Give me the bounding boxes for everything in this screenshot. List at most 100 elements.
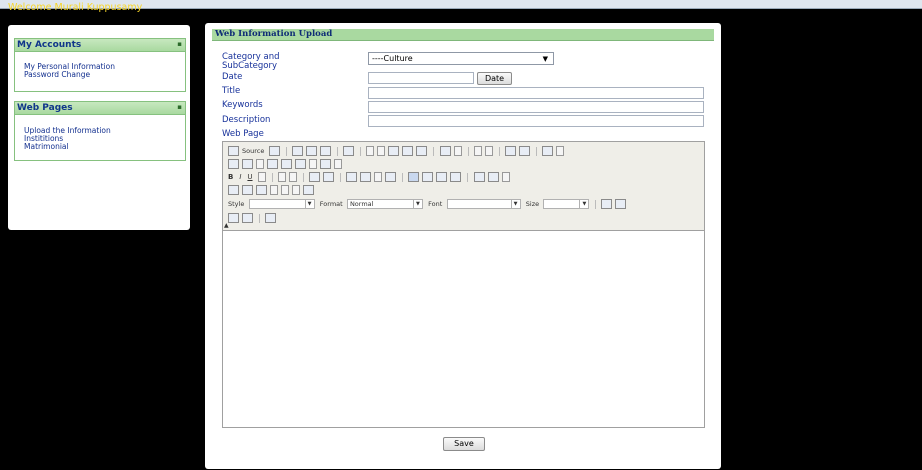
web-pages-title: Web Pages	[17, 103, 73, 113]
description-label: Description	[222, 115, 271, 125]
print-icon[interactable]	[439, 146, 451, 156]
image-button-icon[interactable]	[320, 159, 331, 169]
anchor-icon[interactable]	[501, 172, 510, 182]
blockquote-icon[interactable]	[374, 172, 383, 182]
keywords-label: Keywords	[222, 100, 263, 110]
save-icon[interactable]	[291, 146, 303, 156]
my-accounts-title: My Accounts	[17, 40, 82, 50]
align-right-icon[interactable]	[436, 172, 448, 182]
dropdown-arrow-icon: ▼	[542, 55, 548, 63]
justify-icon[interactable]	[450, 172, 462, 182]
toolbar-row-1: Source	[228, 146, 567, 156]
radio-icon[interactable]	[256, 159, 264, 169]
strikethrough-icon[interactable]	[257, 172, 266, 182]
maximize-icon[interactable]	[228, 213, 239, 223]
outdent-icon[interactable]	[346, 172, 358, 182]
my-accounts-header[interactable]: My Accounts ▪	[15, 39, 185, 52]
button-icon[interactable]	[309, 159, 317, 169]
sidebar-panel: My Accounts ▪ My Personal Information Pa…	[8, 25, 190, 230]
document-properties-icon[interactable]	[268, 146, 280, 156]
dropdown-arrow-icon: ▼	[412, 200, 422, 208]
redo-icon[interactable]	[484, 146, 493, 156]
unlink-icon[interactable]	[487, 172, 499, 182]
category-select[interactable]: ----Culture ▼	[368, 52, 554, 65]
special-char-icon[interactable]	[292, 185, 300, 195]
image-icon[interactable]	[228, 185, 239, 195]
replace-icon[interactable]	[518, 146, 530, 156]
align-center-icon[interactable]	[422, 172, 434, 182]
background-color-icon[interactable]	[614, 199, 626, 209]
preview-icon[interactable]	[319, 146, 331, 156]
toolbar-row-2	[228, 159, 345, 169]
format-value: Normal	[349, 200, 374, 208]
size-select[interactable]: ▼	[543, 199, 590, 209]
remove-format-icon[interactable]	[556, 146, 565, 156]
select-field-icon[interactable]	[295, 159, 306, 169]
form-title: Web Information Upload	[215, 29, 333, 39]
collapse-icon[interactable]: ▪	[177, 103, 182, 111]
paste-icon[interactable]	[388, 146, 400, 156]
dropdown-arrow-icon: ▼	[510, 200, 520, 208]
editor-content-area[interactable]	[223, 231, 704, 427]
show-blocks-icon[interactable]	[242, 213, 253, 223]
new-page-icon[interactable]	[305, 146, 317, 156]
undo-icon[interactable]	[473, 146, 482, 156]
select-all-icon[interactable]	[542, 146, 554, 156]
category-label: Category and SubCategory	[222, 52, 280, 71]
collapse-icon[interactable]: ▪	[177, 40, 182, 48]
save-button[interactable]: Save	[443, 437, 485, 451]
format-select[interactable]: Normal ▼	[346, 199, 423, 209]
superscript-icon[interactable]	[288, 172, 297, 182]
textarea-icon[interactable]	[281, 159, 292, 169]
align-left-icon[interactable]	[408, 172, 420, 182]
dropdown-arrow-icon: ▼	[579, 200, 588, 208]
source-icon[interactable]	[228, 146, 239, 156]
toolbar-collapse-icon[interactable]: ▲	[224, 222, 229, 229]
cut-icon[interactable]	[366, 146, 375, 156]
editor-toolbar: Source BIU Style ▼ Format Normal ▼ Font …	[223, 142, 704, 231]
text-color-icon[interactable]	[600, 199, 612, 209]
indent-icon[interactable]	[360, 172, 372, 182]
find-icon[interactable]	[504, 146, 516, 156]
form-header: Web Information Upload	[212, 29, 714, 41]
smiley-icon[interactable]	[281, 185, 289, 195]
italic-icon[interactable]: I	[239, 173, 241, 181]
paste-word-icon[interactable]	[416, 146, 428, 156]
link-icon[interactable]	[473, 172, 485, 182]
page-break-icon[interactable]	[303, 185, 314, 195]
date-label: Date	[222, 72, 243, 82]
bold-icon[interactable]: B	[228, 173, 233, 181]
style-label: Style	[228, 200, 245, 208]
date-input[interactable]	[368, 72, 474, 84]
form-icon[interactable]	[228, 159, 239, 169]
title-input[interactable]	[368, 87, 704, 99]
source-button[interactable]: Source	[242, 147, 264, 155]
web-pages-header[interactable]: Web Pages ▪	[15, 102, 185, 115]
underline-icon[interactable]: U	[247, 173, 252, 181]
style-select[interactable]: ▼	[248, 199, 315, 209]
about-icon[interactable]	[265, 213, 277, 223]
horizontal-rule-icon[interactable]	[270, 185, 278, 195]
paste-text-icon[interactable]	[402, 146, 414, 156]
keywords-input[interactable]	[368, 101, 704, 113]
sidebar-item-password-change[interactable]: Password Change	[15, 71, 185, 79]
hidden-field-icon[interactable]	[334, 159, 342, 169]
subscript-icon[interactable]	[277, 172, 286, 182]
title-label: Title	[222, 86, 241, 96]
font-label: Font	[428, 200, 443, 208]
numbered-list-icon[interactable]	[309, 172, 321, 182]
spellcheck-icon[interactable]	[453, 146, 462, 156]
bulleted-list-icon[interactable]	[323, 172, 335, 182]
templates-icon[interactable]	[343, 146, 355, 156]
description-input[interactable]	[368, 115, 704, 127]
welcome-text: Welcome Murali Kuppusamy	[8, 2, 143, 13]
sidebar-item-matrimonial[interactable]: Matrimonial	[15, 143, 185, 151]
copy-icon[interactable]	[377, 146, 386, 156]
flash-icon[interactable]	[242, 185, 253, 195]
font-select[interactable]: ▼	[446, 199, 521, 209]
table-icon[interactable]	[256, 185, 267, 195]
text-field-icon[interactable]	[267, 159, 278, 169]
date-button[interactable]: Date	[477, 72, 512, 85]
checkbox-icon[interactable]	[242, 159, 253, 169]
div-icon[interactable]	[385, 172, 397, 182]
